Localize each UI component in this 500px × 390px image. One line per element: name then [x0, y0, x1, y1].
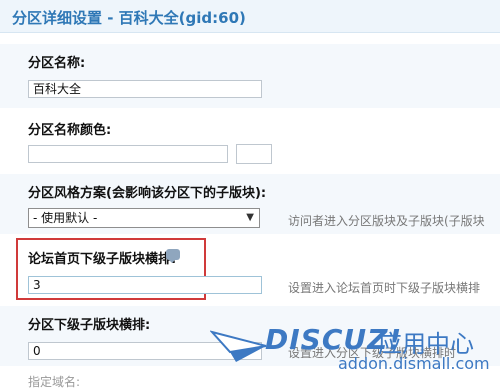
style-scheme-label: 分区风格方案(会影响该分区下的子版块): — [28, 186, 267, 201]
style-scheme-select[interactable]: - 使用默认 - ▼ — [28, 208, 260, 228]
page-title: 分区详细设置 - 百科大全(gid:60) — [12, 9, 246, 27]
help-bubble-icon[interactable] — [166, 249, 180, 263]
forum-name-label: 分区名称: — [28, 56, 86, 71]
sub-cols-label: 分区下级子版块横排: — [28, 318, 151, 333]
index-cols-hint: 设置进入论坛首页时下级子版块横排 — [288, 281, 481, 295]
color-picker-swatch[interactable] — [236, 144, 272, 164]
domain-label: 指定域名: — [28, 375, 81, 389]
watermark-url: addon.dismall.com — [338, 354, 490, 373]
index-cols-label: 论坛首页下级子版块横排: — [28, 252, 177, 267]
paper-plane-icon — [210, 330, 267, 362]
style-scheme-hint: 访问者进入分区版块及子版块(子版块 — [288, 214, 485, 228]
forum-name-color-input[interactable] — [28, 145, 228, 163]
page-header: 分区详细设置 - 百科大全(gid:60) — [0, 0, 500, 33]
watermark: DISCUZ! 应用中心 addon.dismall.com — [210, 318, 500, 385]
chevron-down-icon: ▼ — [246, 212, 254, 223]
forum-name-color-label: 分区名称颜色: — [28, 123, 112, 138]
style-scheme-selected: - 使用默认 - — [33, 211, 98, 225]
index-cols-input[interactable] — [28, 276, 262, 294]
forum-name-input[interactable] — [28, 80, 262, 98]
